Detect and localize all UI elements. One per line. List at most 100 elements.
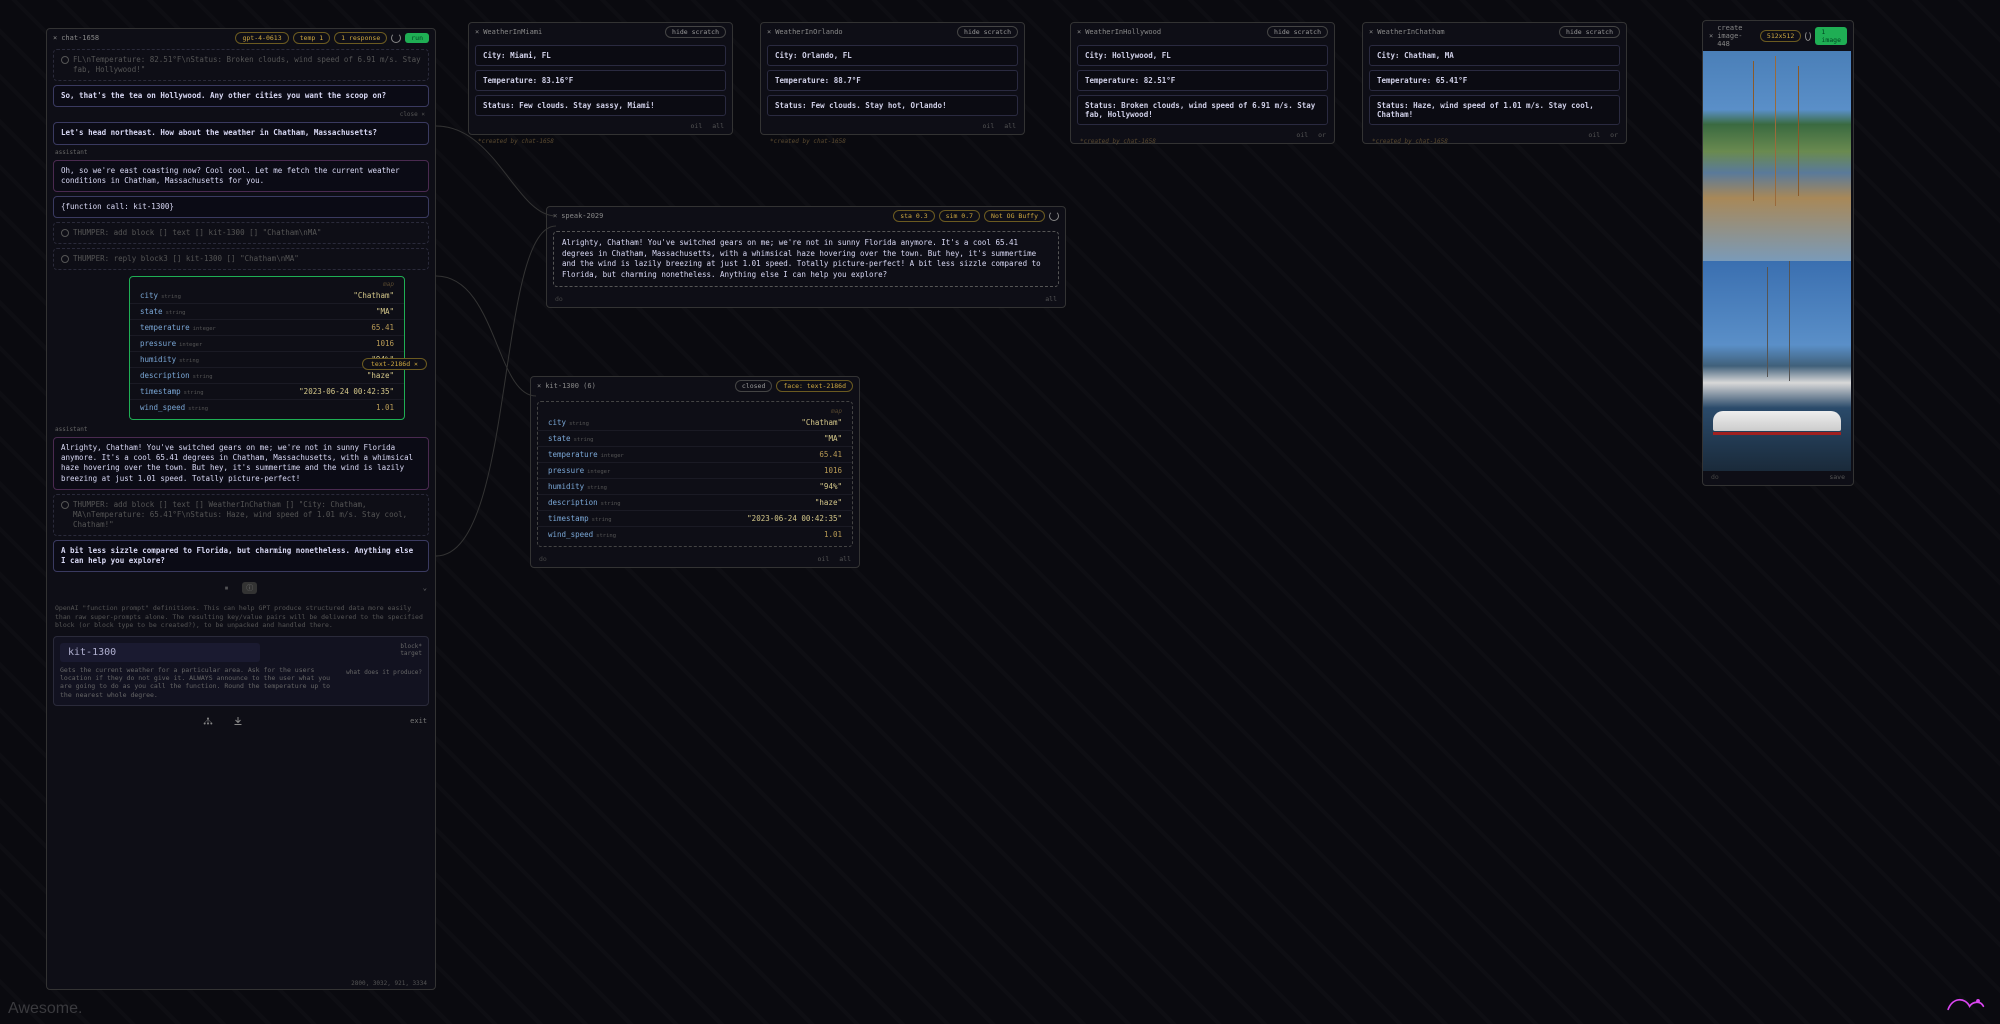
- data-type: string: [574, 437, 594, 443]
- gear-icon: [61, 501, 69, 509]
- close-label[interactable]: close ×: [47, 111, 435, 118]
- chevron-down-icon[interactable]: ⌄: [423, 584, 427, 592]
- data-val: "94%": [819, 482, 842, 491]
- data-val: "Chatham": [353, 291, 394, 300]
- data-row: citystring"Chatham": [538, 415, 852, 431]
- data-row: humiditystring"94%": [538, 479, 852, 495]
- created-by-note: *created by chat-1658: [1080, 138, 1324, 145]
- kit-panel: × kit-1300 (6) closed face: text-2186d m…: [530, 376, 860, 568]
- sta-pill[interactable]: sta 0.3: [893, 210, 934, 222]
- text-pill[interactable]: text-2186d ×: [362, 358, 427, 370]
- data-type: integer: [179, 342, 202, 348]
- data-val: "MA": [824, 434, 842, 443]
- close-icon[interactable]: ×: [1077, 28, 1081, 36]
- data-val: 65.41: [819, 450, 842, 459]
- close-icon[interactable]: ×: [53, 34, 57, 42]
- data-type: string: [179, 358, 199, 364]
- chat-header: × chat-1658 gpt-4-0613 temp 1 1 response…: [47, 29, 435, 47]
- close-icon[interactable]: ×: [1709, 32, 1713, 40]
- refresh-icon[interactable]: [1805, 31, 1811, 41]
- assistant-msg: So, that's the tea on Hollywood. Any oth…: [53, 85, 429, 107]
- data-val: "2023-06-24 00:42:35": [299, 387, 394, 396]
- model-pill[interactable]: gpt-4-0613: [235, 32, 288, 44]
- data-row: descriptionstring"haze": [130, 368, 404, 384]
- hide-scratch-button[interactable]: hide scratch: [1559, 26, 1620, 38]
- chat-title: chat-1658: [61, 34, 99, 42]
- oil-btn[interactable]: oil: [818, 555, 830, 563]
- close-icon[interactable]: ×: [1369, 28, 1373, 36]
- weather-line: City: Chatham, MA: [1369, 45, 1620, 66]
- data-row: pressureinteger1016: [538, 463, 852, 479]
- oil-btn[interactable]: oil: [691, 122, 703, 130]
- weather-panel: × WeatherInMiami hide scratch City: Miam…: [468, 22, 733, 135]
- weather-line: Status: Few clouds. Stay hot, Orlando!: [767, 95, 1018, 116]
- hide-scratch-button[interactable]: hide scratch: [1267, 26, 1328, 38]
- do-label[interactable]: do: [1711, 473, 1719, 481]
- map-label: map: [538, 406, 852, 415]
- exit-button[interactable]: exit: [410, 717, 427, 725]
- data-val: 1.01: [376, 403, 394, 412]
- kit-data-table: map citystring"Chatham"statestring"MA"te…: [537, 401, 853, 547]
- weather-line: Status: Broken clouds, wind speed of 6.9…: [1077, 95, 1328, 125]
- data-key: city: [140, 291, 158, 300]
- hide-scratch-button[interactable]: hide scratch: [665, 26, 726, 38]
- temp-pill[interactable]: temp 1: [293, 32, 330, 44]
- face-pill[interactable]: face: text-2186d: [776, 380, 853, 392]
- voice-pill[interactable]: Not OG Buffy: [984, 210, 1045, 222]
- data-key: city: [548, 418, 566, 427]
- refresh-icon[interactable]: [1049, 211, 1059, 221]
- close-icon[interactable]: ×: [475, 28, 479, 36]
- data-type: string: [587, 485, 607, 491]
- closed-pill[interactable]: closed: [735, 380, 772, 392]
- all-btn[interactable]: all: [1045, 295, 1057, 303]
- do-label[interactable]: do: [539, 555, 547, 563]
- data-type: string: [166, 310, 186, 316]
- bottom-bar: exit: [47, 712, 435, 730]
- pause-icon[interactable]: ⏸: [225, 584, 229, 593]
- assistant-msg: Oh, so we're east coasting now? Cool coo…: [53, 160, 429, 192]
- img-count[interactable]: 1 image: [1815, 27, 1847, 45]
- role-label: assistant: [55, 426, 427, 433]
- data-val: 1016: [376, 339, 394, 348]
- data-type: string: [193, 374, 213, 380]
- data-map: map citystring"Chatham"statestring"MA"te…: [129, 276, 405, 420]
- role-label: assistant: [55, 149, 427, 156]
- user-msg: Let's head northeast. How about the weat…: [53, 122, 429, 144]
- info-icon[interactable]: ⓘ: [242, 582, 257, 594]
- data-type: integer: [193, 326, 216, 332]
- data-type: string: [601, 501, 621, 507]
- run-button[interactable]: run: [405, 33, 429, 43]
- weather-header: × WeatherInOrlando hide scratch: [761, 23, 1024, 41]
- all-btn[interactable]: all: [712, 122, 724, 130]
- weather-line: Status: Few clouds. Stay sassy, Miami!: [475, 95, 726, 116]
- weather-line: City: Hollywood, FL: [1077, 45, 1328, 66]
- data-row: statestring "MA": [538, 431, 852, 447]
- dim-pill[interactable]: 512x512: [1760, 30, 1801, 42]
- download-icon[interactable]: [233, 716, 243, 726]
- weather-panel: × WeatherInChatham hide scratch City: Ch…: [1362, 22, 1627, 144]
- kit-header: × kit-1300 (6) closed face: text-2186d: [531, 377, 859, 395]
- footer: do all: [547, 293, 1065, 307]
- resp-pill[interactable]: 1 response: [334, 32, 387, 44]
- close-icon[interactable]: ×: [537, 382, 541, 390]
- weather-header: × WeatherInHollywood hide scratch: [1071, 23, 1334, 41]
- all-btn[interactable]: all: [839, 555, 851, 563]
- do-label[interactable]: do: [555, 295, 563, 303]
- gear-icon: [61, 229, 69, 237]
- generated-image: [1703, 261, 1851, 471]
- oil-btn[interactable]: oil: [983, 122, 995, 130]
- all-btn[interactable]: all: [1004, 122, 1016, 130]
- sim-pill[interactable]: sim 0.7: [939, 210, 980, 222]
- kit-name[interactable]: kit-1300: [60, 643, 260, 662]
- save-btn[interactable]: save: [1829, 473, 1845, 481]
- refresh-icon[interactable]: [391, 33, 401, 43]
- weather-header: × WeatherInMiami hide scratch: [469, 23, 732, 41]
- data-val: "Chatham": [801, 418, 842, 427]
- hide-scratch-button[interactable]: hide scratch: [957, 26, 1018, 38]
- close-icon[interactable]: ×: [553, 212, 557, 220]
- tree-icon[interactable]: [203, 716, 213, 726]
- data-key: state: [548, 434, 571, 443]
- data-row: statestring"MA": [130, 304, 404, 320]
- close-icon[interactable]: ×: [767, 28, 771, 36]
- thumper-msg: THUMPER: reply block3 [] kit-1300 [] "Ch…: [53, 248, 429, 270]
